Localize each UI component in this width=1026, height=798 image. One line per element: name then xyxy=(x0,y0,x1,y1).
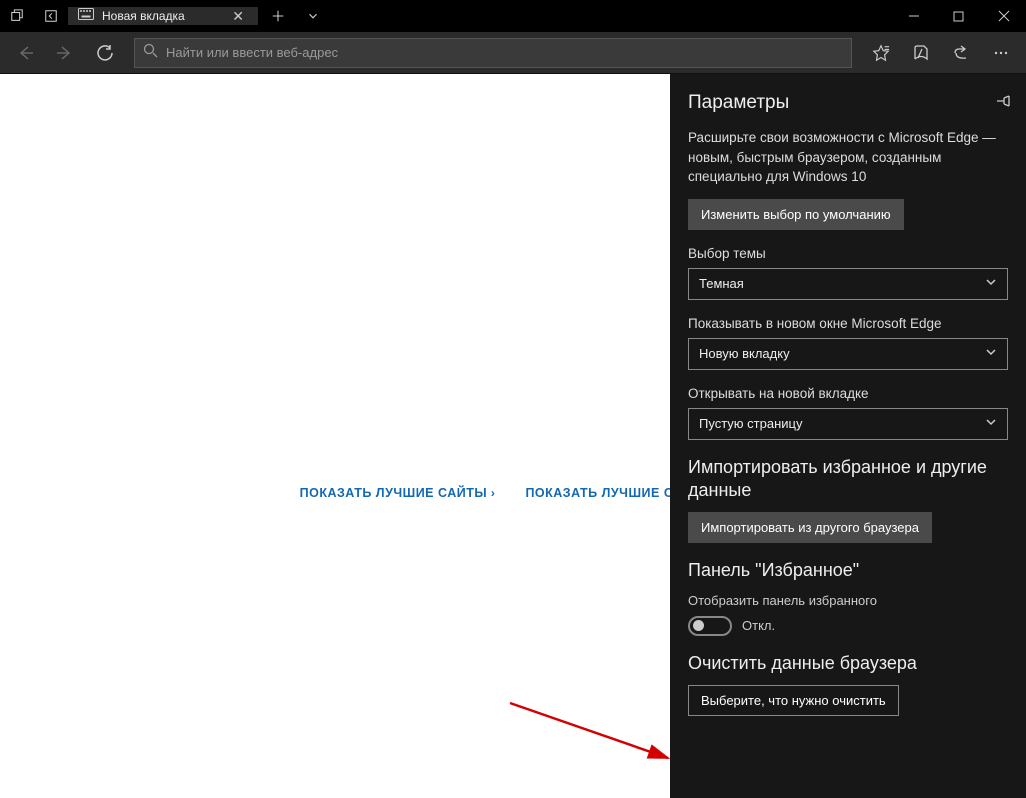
favorites-toggle-state: Откл. xyxy=(742,618,775,633)
window-controls xyxy=(891,0,1026,32)
promo-text: Расширьте свои возможности с Microsoft E… xyxy=(688,128,1008,187)
settings-title: Параметры xyxy=(688,92,789,114)
favorites-star-icon[interactable] xyxy=(862,34,900,72)
share-icon[interactable] xyxy=(942,34,980,72)
theme-label: Выбор темы xyxy=(688,246,1008,261)
title-bar: Новая вкладка ✕ xyxy=(0,0,1026,32)
new-tab-select-value: Пустую страницу xyxy=(699,416,802,431)
close-window-button[interactable] xyxy=(981,0,1026,32)
settings-panel: Параметры Расширьте свои возможности с M… xyxy=(670,74,1026,798)
theme-select-value: Темная xyxy=(699,276,744,291)
show-top-sites-link[interactable]: ПОКАЗАТЬ ЛУЧШИЕ САЙТЫ › xyxy=(300,486,496,500)
clear-data-button[interactable]: Выберите, что нужно очистить xyxy=(688,685,899,716)
search-icon xyxy=(143,43,158,63)
chevron-down-icon xyxy=(985,416,997,431)
keyboard-icon xyxy=(78,7,94,25)
more-icon[interactable] xyxy=(982,34,1020,72)
forward-button[interactable] xyxy=(46,34,84,72)
minimize-button[interactable] xyxy=(891,0,936,32)
back-button[interactable] xyxy=(6,34,44,72)
cascade-windows-icon[interactable] xyxy=(0,9,34,23)
refresh-button[interactable] xyxy=(86,34,124,72)
set-aside-icon[interactable] xyxy=(34,9,68,23)
change-default-button[interactable]: Изменить выбор по умолчанию xyxy=(688,199,904,230)
clear-data-heading: Очистить данные браузера xyxy=(688,652,1008,675)
import-heading: Импортировать избранное и другие данные xyxy=(688,456,1008,503)
toolbar xyxy=(0,32,1026,74)
pin-icon[interactable] xyxy=(994,93,1010,114)
titlebar-left: Новая вкладка ✕ xyxy=(0,0,328,32)
import-button[interactable]: Импортировать из другого браузера xyxy=(688,512,932,543)
favorites-toggle[interactable] xyxy=(688,616,732,636)
tab-chevron-icon[interactable] xyxy=(298,9,328,23)
open-with-select[interactable]: Новую вкладку xyxy=(688,338,1008,370)
chevron-down-icon xyxy=(985,346,997,361)
open-with-select-value: Новую вкладку xyxy=(699,346,790,361)
address-input[interactable] xyxy=(166,45,843,60)
favorites-toggle-label: Отобразить панель избранного xyxy=(688,593,1008,608)
new-tab-select[interactable]: Пустую страницу xyxy=(688,408,1008,440)
new-tab-label: Открывать на новой вкладке xyxy=(688,386,1008,401)
theme-select[interactable]: Темная xyxy=(688,268,1008,300)
chevron-down-icon xyxy=(985,276,997,291)
reading-list-icon[interactable] xyxy=(902,34,940,72)
favorites-heading: Панель "Избранное" xyxy=(688,559,1008,582)
maximize-button[interactable] xyxy=(936,0,981,32)
browser-tab[interactable]: Новая вкладка ✕ xyxy=(68,7,258,25)
address-bar[interactable] xyxy=(134,38,852,68)
open-with-label: Показывать в новом окне Microsoft Edge xyxy=(688,316,1008,331)
close-tab-icon[interactable]: ✕ xyxy=(228,8,248,25)
tab-title: Новая вкладка xyxy=(102,9,185,23)
new-tab-button[interactable] xyxy=(258,9,298,23)
toggle-knob xyxy=(693,620,704,631)
